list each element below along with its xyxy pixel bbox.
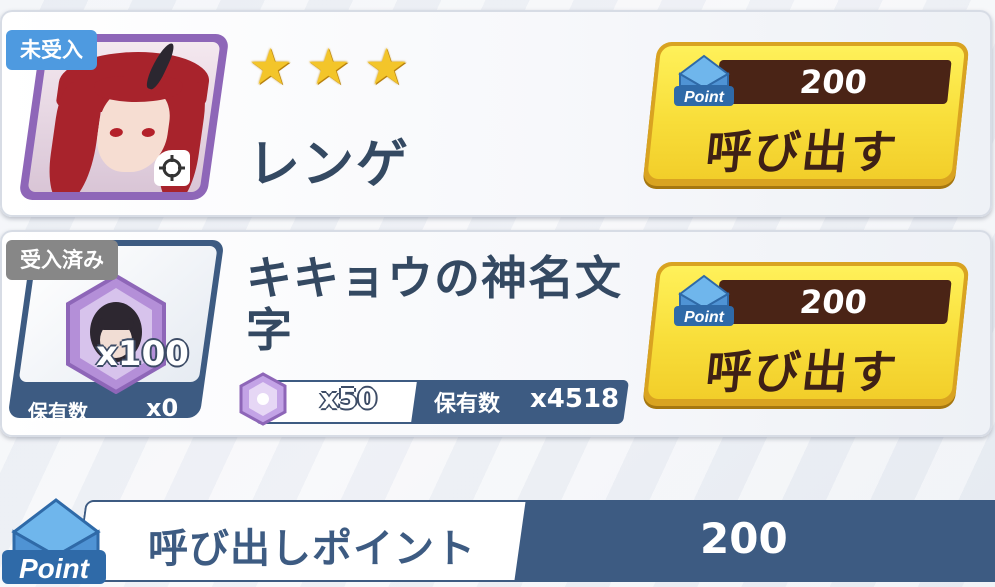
- envelope-point-icon: Point: [2, 498, 106, 584]
- call-button-label: 呼び出す: [703, 125, 901, 179]
- required-material-row: x50 保有数 x4518: [238, 372, 630, 426]
- material-owned-label: 保有数: [434, 392, 501, 417]
- star-icon: ★: [306, 38, 351, 96]
- character-entry-card: 未受入 ★ ★ ★ レンゲ 200 呼び出す Point: [0, 10, 992, 217]
- rarity-stars: ★ ★ ★: [248, 42, 414, 92]
- star-icon: ★: [364, 38, 409, 96]
- status-badge: 未受入: [6, 30, 97, 70]
- eye: [141, 128, 156, 137]
- character-name: レンゲ: [248, 135, 411, 195]
- owned-value: x0: [146, 394, 179, 422]
- status-badge: 受入済み: [6, 240, 118, 280]
- owned-label: 保有数: [28, 400, 88, 424]
- item-name: キキョウの神名文字: [246, 251, 622, 357]
- call-points-summary: 呼び出しポイント 200 Point: [0, 494, 995, 587]
- purple-gem-icon: [239, 372, 287, 426]
- call-button-label: 呼び出す: [703, 345, 901, 399]
- envelope-point-icon: Point: [674, 54, 734, 106]
- envelope-point-icon: Point: [674, 274, 734, 326]
- svg-text:Point: Point: [684, 309, 725, 326]
- eye: [109, 128, 124, 137]
- star-icon: ★: [248, 38, 293, 96]
- reward-quantity: x100: [96, 334, 189, 374]
- material-owned-value: x4518: [530, 384, 620, 414]
- hair-shape: [44, 82, 105, 192]
- points-value: 200: [700, 514, 788, 563]
- points-label: 呼び出しポイント: [148, 526, 476, 572]
- svg-text:Point: Point: [684, 89, 725, 106]
- call-cost: 200: [715, 280, 952, 324]
- target-icon[interactable]: [154, 150, 190, 186]
- svg-text:Point: Point: [19, 553, 91, 584]
- required-material-quantity: x50: [320, 382, 378, 415]
- item-entry-card: x100 保有数 x0 受入済み キキョウの神名文字 x50 保有数 x4518…: [0, 230, 992, 437]
- call-cost: 200: [715, 60, 952, 104]
